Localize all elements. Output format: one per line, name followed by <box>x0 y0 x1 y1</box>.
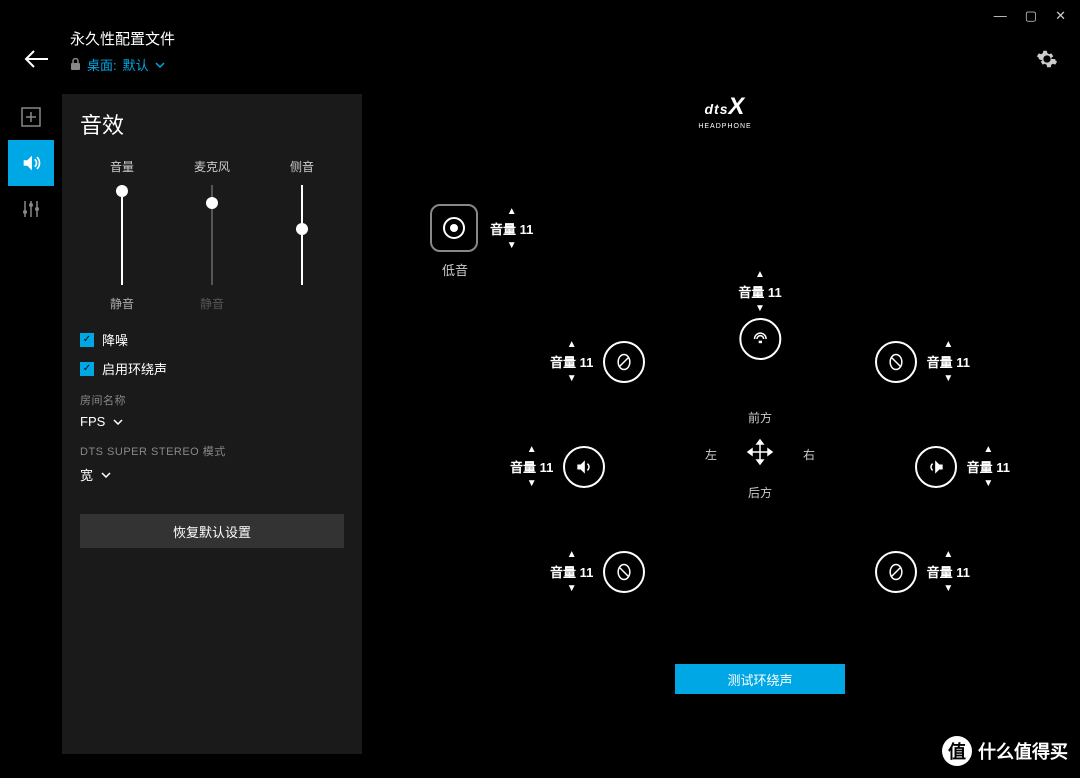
direction-rear-label: 后方 <box>748 484 772 501</box>
arrow-down-icon[interactable]: ▼ <box>567 373 577 384</box>
noise-reduction-label: 降噪 <box>102 330 128 349</box>
page-title: 永久性配置文件 <box>70 28 175 49</box>
arrow-down-icon[interactable]: ▼ <box>943 373 953 384</box>
minimize-button[interactable]: — <box>994 8 1007 24</box>
speaker-rl-value: 音量 11 <box>550 562 593 581</box>
lock-icon <box>70 58 81 71</box>
check-icon: ✓ <box>80 362 94 376</box>
stereo-mode-label: DTS SUPER STEREO 模式 <box>80 443 344 459</box>
stereo-mode-value: 宽 <box>80 465 93 484</box>
noise-reduction-checkbox[interactable]: ✓ 降噪 <box>80 330 344 349</box>
room-name-label: 房间名称 <box>80 392 344 408</box>
volume-mute-label: 静音 <box>110 295 134 312</box>
center-cross-icon <box>746 438 774 466</box>
speaker-icon <box>603 551 645 593</box>
profile-name: 默认 <box>123 55 149 74</box>
mic-mute-label: 静音 <box>200 295 224 312</box>
reset-defaults-button[interactable]: 恢复默认设置 <box>80 514 344 548</box>
chevron-down-icon <box>113 419 123 425</box>
speaker-sl-value: 音量 11 <box>510 457 553 476</box>
arrow-up-icon[interactable]: ▲ <box>755 269 765 280</box>
speaker-front-left[interactable]: ▲ 音量 11 ▼ <box>550 339 645 384</box>
arrow-down-icon[interactable]: ▼ <box>527 478 537 489</box>
speaker-icon <box>739 318 781 360</box>
profile-selector[interactable]: 桌面: 默认 <box>70 55 175 74</box>
sidetone-slider[interactable]: 侧音 <box>290 158 314 312</box>
speaker-icon <box>875 551 917 593</box>
speaker-fl-value: 音量 11 <box>550 352 593 371</box>
arrow-up-icon[interactable]: ▲ <box>943 549 953 560</box>
surround-enable-checkbox[interactable]: ✓ 启用环绕声 <box>80 359 344 378</box>
speaker-fr-value: 音量 11 <box>927 352 970 371</box>
volume-label: 音量 <box>110 158 134 175</box>
audio-panel: 音效 音量 静音 麦克风 静音 侧音 ✓ 降噪 ✓ 启用环绕声 房间名称 FPS… <box>62 94 362 754</box>
speaker-icon <box>915 446 957 488</box>
maximize-button[interactable]: ▢ <box>1025 8 1037 24</box>
room-name-value: FPS <box>80 414 105 429</box>
arrow-up-icon[interactable]: ▲ <box>527 444 537 455</box>
desktop-label: 桌面: <box>87 55 117 74</box>
surround-enable-label: 启用环绕声 <box>102 359 167 378</box>
speaker-rr-value: 音量 11 <box>927 562 970 581</box>
test-surround-button[interactable]: 测试环绕声 <box>675 664 845 694</box>
sidebar-add-icon[interactable] <box>8 94 54 140</box>
speaker-center[interactable]: ▲ 音量 11 ▼ <box>738 269 781 360</box>
surround-visualizer: dtsX HEADPHONE ▲ 音量 11 ▼ 低音 ▲ 音量 11 ▼ <box>380 94 1070 768</box>
speaker-front-right[interactable]: ▲ 音量 11 ▼ <box>875 339 970 384</box>
speaker-sr-value: 音量 11 <box>967 457 1010 476</box>
speaker-rear-left[interactable]: ▲ 音量 11 ▼ <box>550 549 645 594</box>
arrow-up-icon[interactable]: ▲ <box>943 339 953 350</box>
speaker-rear-right[interactable]: ▲ 音量 11 ▼ <box>875 549 970 594</box>
watermark-icon: 值 <box>942 736 972 766</box>
speaker-icon <box>875 341 917 383</box>
arrow-down-icon[interactable]: ▼ <box>567 583 577 594</box>
chevron-down-icon <box>101 472 111 478</box>
sidetone-label: 侧音 <box>290 158 314 175</box>
mic-label: 麦克风 <box>194 158 230 175</box>
direction-front-label: 前方 <box>748 409 772 426</box>
direction-left-label: 左 <box>705 446 717 463</box>
bass-icon <box>430 204 478 252</box>
arrow-up-icon[interactable]: ▲ <box>567 339 577 350</box>
arrow-up-icon[interactable]: ▲ <box>507 206 517 217</box>
back-arrow-icon[interactable] <box>24 50 48 68</box>
watermark: 值 什么值得买 <box>942 736 1068 766</box>
arrow-down-icon[interactable]: ▼ <box>943 583 953 594</box>
sidebar-audio-icon[interactable] <box>8 140 54 186</box>
panel-title: 音效 <box>80 108 344 140</box>
close-button[interactable]: ✕ <box>1055 8 1066 24</box>
arrow-up-icon[interactable]: ▲ <box>983 444 993 455</box>
room-name-select[interactable]: FPS <box>80 414 344 429</box>
speaker-side-right[interactable]: ▲ 音量 11 ▼ <box>915 444 1010 489</box>
arrow-up-icon[interactable]: ▲ <box>567 549 577 560</box>
check-icon: ✓ <box>80 333 94 347</box>
stereo-mode-select[interactable]: 宽 <box>80 465 344 484</box>
sidebar-equalizer-icon[interactable] <box>8 186 54 232</box>
bass-label: 低音 <box>442 260 468 279</box>
header: 永久性配置文件 桌面: 默认 <box>70 28 175 74</box>
chevron-down-icon <box>155 62 165 68</box>
speaker-icon <box>563 446 605 488</box>
speaker-icon <box>603 341 645 383</box>
settings-gear-icon[interactable] <box>1036 48 1058 70</box>
speaker-center-value: 音量 11 <box>738 282 781 301</box>
watermark-text: 什么值得买 <box>978 738 1068 764</box>
arrow-down-icon[interactable]: ▼ <box>983 478 993 489</box>
mic-slider[interactable]: 麦克风 静音 <box>194 158 230 312</box>
direction-right-label: 右 <box>803 446 815 463</box>
volume-slider[interactable]: 音量 静音 <box>110 158 134 312</box>
speaker-side-left[interactable]: ▲ 音量 11 ▼ <box>510 444 605 489</box>
dts-logo: dtsX HEADPHONE <box>698 94 751 131</box>
window-controls: — ▢ ✕ <box>980 0 1080 32</box>
sidebar <box>8 94 54 232</box>
arrow-down-icon[interactable]: ▼ <box>755 303 765 314</box>
